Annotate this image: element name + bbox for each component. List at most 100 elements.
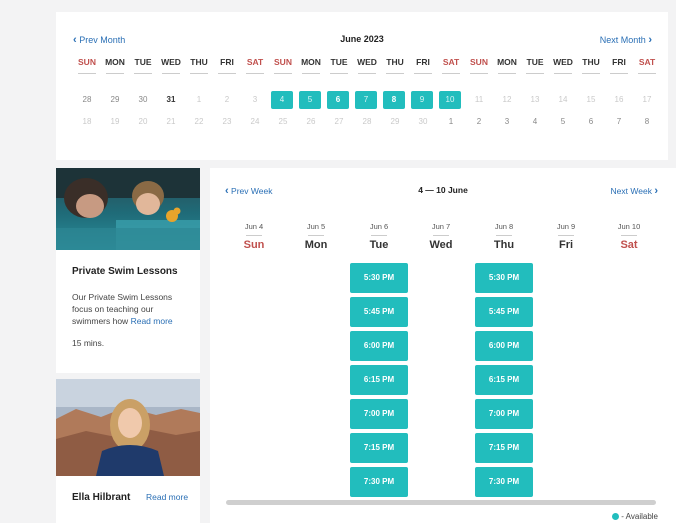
read-more-link[interactable]: Read more [146,492,188,502]
available-dot-icon [612,513,620,520]
week-title: 4 — 10 June [418,185,468,195]
time-slot-button[interactable]: 6:15 PM [350,365,408,395]
date-cell: 5 [560,117,566,126]
date-cell: 13 [530,95,540,104]
date-cell: 4 [532,117,538,126]
time-slot-button[interactable]: 7:00 PM [350,399,408,429]
date-cell: 2 [224,95,230,104]
date-cell: 8 [644,117,650,126]
date-cell-available[interactable]: 6 [327,91,349,109]
time-slot-button[interactable]: 6:15 PM [475,365,533,395]
date-cell: 14 [558,95,568,104]
time-slot-button[interactable]: 5:45 PM [475,297,533,327]
date-cell: 3 [504,117,510,126]
next-month-label: Next Month [599,35,646,45]
date-cell: 30 [418,117,428,126]
date-cell-available[interactable]: 10 [439,91,461,109]
weekday-header: MON [300,57,322,74]
month-nav: ‹ Prev Month June 2023 Next Month › [56,34,668,50]
next-week-button[interactable]: Next Week › [611,185,658,197]
week-view: ‹ Prev Week 4 — 10 June Next Week › Jun … [210,168,676,523]
date-row: 18 19 20 21 22 23 24 25 26 27 28 29 30 1… [72,113,660,131]
date-cell: 29 [110,95,120,104]
week-day-name: Fri [558,239,574,251]
week-day-header: Jun 5 Mon [285,222,347,251]
time-slot-button[interactable]: 5:30 PM [350,263,408,293]
time-slot-button[interactable]: 6:00 PM [350,331,408,361]
week-day-name: Sun [243,239,265,251]
week-day-header: Jun 6 Tue [348,222,410,251]
week-day-date: Jun 10 [617,222,641,231]
time-slot-button[interactable]: 7:30 PM [475,467,533,497]
date-cell: 29 [390,117,400,126]
weekday-header: MON [104,57,126,74]
date-cell: 27 [334,117,344,126]
date-cell-available[interactable]: 9 [411,91,433,109]
date-cell-available[interactable]: 7 [355,91,377,109]
time-slot-button[interactable]: 5:30 PM [475,263,533,293]
date-cell-available[interactable]: 4 [271,91,293,109]
weekday-header: THU [384,57,406,74]
date-cell-available[interactable]: 8 [383,91,405,109]
left-sidebar [0,0,40,523]
read-more-link[interactable]: Read more [131,316,173,326]
time-slot-button[interactable]: 5:45 PM [350,297,408,327]
weekday-header: SAT [244,57,266,74]
week-day-header: Jun 7 Wed [410,222,472,251]
date-cell-available[interactable]: 5 [299,91,321,109]
weekday-header: THU [188,57,210,74]
next-month-button[interactable]: Next Month › [600,34,652,46]
date-cell: 16 [614,95,624,104]
staff-name: Ella Hilbrant [72,492,131,503]
service-card[interactable]: Private Swim Lessons Our Private Swim Le… [56,168,200,373]
date-cell: 23 [222,117,232,126]
week-day-date: Jun 4 [244,222,264,231]
time-slot-button[interactable]: 7:15 PM [350,433,408,463]
date-cell: 18 [82,117,92,126]
horizontal-scrollbar[interactable] [226,500,656,505]
weekday-header: TUE [524,57,546,74]
date-cell: 21 [166,117,176,126]
weekday-header: MON [496,57,518,74]
weekday-header: FRI [216,57,238,74]
week-day-name: Mon [304,239,328,251]
date-cell: 6 [588,117,594,126]
service-duration: 15 mins. [72,338,105,348]
chevron-left-icon: ‹ [73,34,77,46]
weekday-header: FRI [412,57,434,74]
prev-week-label: Prev Week [231,186,273,196]
weekday-header: WED [356,57,378,74]
date-cell: 11 [474,95,484,104]
week-day-header: Jun 10 Sat [598,222,660,251]
weekday-header: WED [552,57,574,74]
time-slot-button[interactable]: 6:00 PM [475,331,533,361]
service-description: Our Private Swim Lessons focus on teachi… [72,291,192,327]
date-cell: 24 [250,117,260,126]
weekday-header: SUN [468,57,490,74]
date-cell: 1 [448,117,454,126]
weekday-header-row: SUN MON TUE WED THU FRI SAT SUN MON TUE … [72,57,660,77]
prev-month-button[interactable]: ‹ Prev Month [73,34,125,46]
week-day-name: Wed [429,239,453,251]
weekday-header: TUE [132,57,154,74]
weekday-header: SUN [272,57,294,74]
weekday-header: WED [160,57,182,74]
date-cell: 22 [194,117,204,126]
staff-photo [56,379,200,476]
time-slot-button[interactable]: 7:00 PM [475,399,533,429]
time-slot-button[interactable]: 7:15 PM [475,433,533,463]
weekday-header: THU [580,57,602,74]
date-cell: 25 [278,117,288,126]
week-nav: ‹ Prev Week 4 — 10 June Next Week › [210,185,676,199]
date-cell: 7 [616,117,622,126]
week-day-header: Jun 4 Sun [223,222,285,251]
month-title: June 2023 [340,34,384,44]
chevron-right-icon: › [648,34,652,46]
date-cell: 15 [586,95,596,104]
time-slot-button[interactable]: 7:30 PM [350,467,408,497]
date-cell: 30 [138,95,148,104]
chevron-left-icon: ‹ [225,185,229,197]
prev-week-button[interactable]: ‹ Prev Week [225,185,272,197]
staff-card[interactable]: Ella Hilbrant Read more [56,379,200,523]
weekday-header: SAT [440,57,462,74]
